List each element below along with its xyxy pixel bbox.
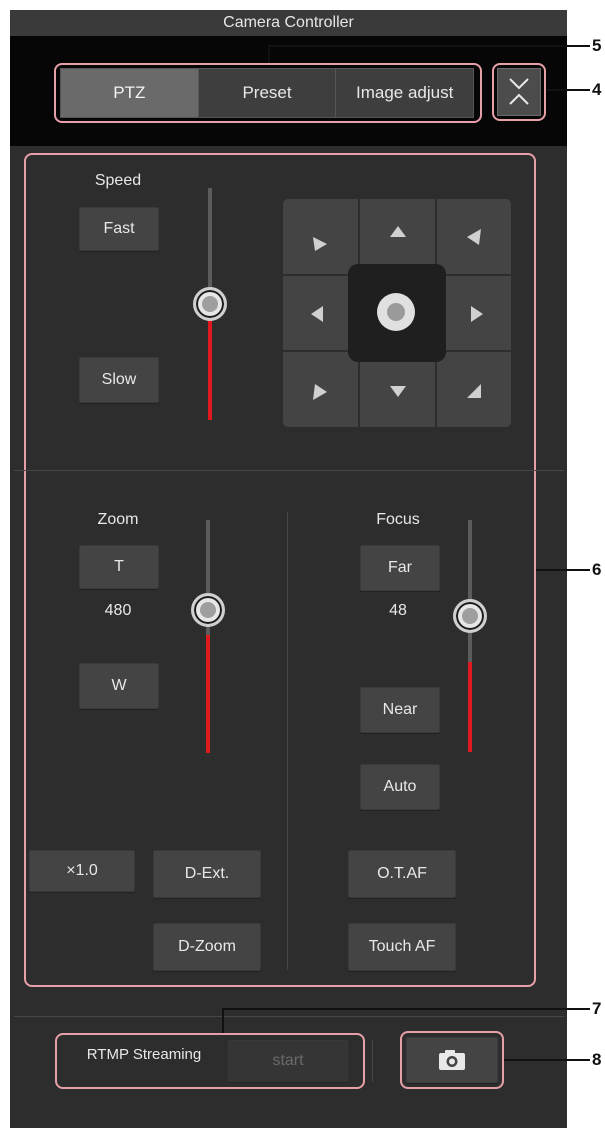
zoom-tele-button[interactable]: T [79, 545, 159, 589]
callout-8-leader [504, 1059, 590, 1061]
pan-tilt-pad [282, 198, 512, 428]
zoom-slider-knob[interactable] [191, 593, 225, 627]
speed-label: Speed [94, 172, 142, 189]
callout-8-number: 8 [592, 1050, 602, 1069]
callout-5-frame [54, 63, 482, 123]
callout-8-frame [400, 1031, 504, 1089]
tilt-down-button[interactable] [359, 351, 436, 428]
focus-auto-button[interactable]: Auto [360, 764, 440, 810]
callout-4-frame [492, 63, 546, 121]
pan-tilt-center-button[interactable] [348, 264, 446, 362]
zoom-x1-button[interactable]: ×1.0 [29, 850, 135, 892]
callout-5-leader-h [268, 45, 590, 47]
speed-slider-knob[interactable] [193, 287, 227, 321]
touch-af-button[interactable]: Touch AF [348, 923, 456, 971]
callout-4-number: 4 [592, 80, 602, 99]
pan-down-right-button[interactable] [436, 351, 512, 428]
section-divider [14, 470, 564, 471]
callout-6-leader [536, 569, 590, 571]
zoom-focus-divider [287, 512, 288, 970]
arrow-down-left-icon [313, 384, 327, 400]
pan-right-button[interactable] [436, 275, 512, 351]
focus-label: Focus [376, 511, 420, 528]
focus-slider-track-lower [468, 662, 472, 752]
arrow-down-icon [390, 386, 406, 397]
callout-7-frame [55, 1033, 365, 1089]
callout-4-leader [546, 89, 590, 91]
focus-near-button[interactable]: Near [360, 687, 440, 733]
arrow-up-right-icon [467, 229, 481, 245]
callout-5-leader-v [268, 45, 270, 63]
arrow-right-icon [471, 306, 483, 322]
center-dot-icon [377, 293, 415, 331]
speed-slow-button[interactable]: Slow [79, 357, 159, 403]
callout-5-number: 5 [592, 36, 602, 55]
focus-slider-knob[interactable] [453, 599, 487, 633]
speed-slider-track-lower [208, 306, 212, 420]
pan-down-left-button[interactable] [282, 351, 359, 428]
bottom-divider [14, 1016, 564, 1017]
callout-7-number: 7 [592, 999, 602, 1018]
focus-slider-track-upper [468, 520, 472, 662]
zoom-wide-button[interactable]: W [79, 663, 159, 709]
callout-7-leader-h [222, 1008, 590, 1010]
pan-up-right-button[interactable] [436, 198, 512, 275]
otaf-button[interactable]: O.T.AF [348, 850, 456, 898]
callout-6-number: 6 [592, 560, 602, 579]
zoom-label: Zoom [97, 511, 139, 528]
arrow-down-right-icon [467, 384, 481, 398]
d-zoom-button[interactable]: D-Zoom [153, 923, 261, 971]
zoom-value: 480 [104, 602, 132, 619]
speed-fast-button[interactable]: Fast [79, 207, 159, 251]
focus-far-button[interactable]: Far [360, 545, 440, 591]
focus-value: 48 [389, 602, 407, 619]
streaming-divider [372, 1040, 373, 1082]
callout-7-leader-v [222, 1008, 224, 1033]
window-title: Camera Controller [10, 10, 567, 36]
d-ext-button[interactable]: D-Ext. [153, 850, 261, 898]
zoom-slider-track-lower [206, 635, 210, 753]
